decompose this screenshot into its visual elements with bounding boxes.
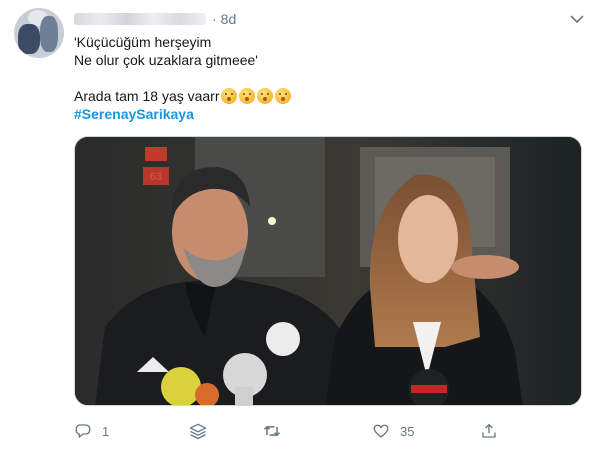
author-name-blurred[interactable] [74,13,206,25]
microphone-black-label [411,385,447,393]
emoji-group [220,88,291,104]
share-icon [482,423,496,438]
heart-icon [373,424,389,438]
avatar-figure-right [40,16,58,52]
reply-icon [75,424,91,438]
hushed-face-emoji-icon [220,88,237,104]
address-sign-plate [143,167,169,185]
reply-button[interactable]: 1 [74,420,109,442]
like-button[interactable]: 35 [372,420,414,442]
stack-layers-icon [189,423,207,440]
photo-illustration: 63 [75,137,581,405]
shushing-face-emoji-icon [256,88,273,104]
hushed-face-emoji-icon [238,88,255,104]
retweet-icon [263,426,281,436]
like-count: 35 [400,423,415,439]
hashtag-link[interactable]: #SerenaySarikaya [74,105,574,123]
microphone-white-handle [235,387,253,405]
tweet-actions: 1 35 [74,420,504,442]
jacket-logo-badge [266,322,300,356]
woman-face [398,195,458,283]
microphone-yellow [161,367,201,405]
avatar[interactable] [14,8,64,58]
tweet-text-line-2: Ne olur çok uzaklara gitmeee' [74,52,258,68]
tweet-card[interactable]: · 8d 'Küçücüğüm herşeyim Ne olur çok uza… [0,0,598,452]
layers-button[interactable] [188,420,208,442]
address-sign [145,147,167,161]
man-hand [451,255,519,279]
header-separator: · [212,11,217,27]
shushing-face-emoji-icon [274,88,291,104]
reply-count: 1 [102,423,110,439]
tweet-text-line-3-words: Arada tam 18 yaş vaarr [74,88,220,104]
avatar-figure-left [18,24,40,54]
retweet-button[interactable] [262,420,282,442]
microphone-orange [195,383,219,405]
tweet-media-photo[interactable]: 63 [74,136,582,406]
more-options-chevron-icon[interactable] [567,10,587,28]
tweet-text-line-1: 'Küçücüğüm herşeyim [74,34,212,50]
tweet-text-line-3: Arada tam 18 yaş vaarr [74,87,574,105]
tweet-timestamp[interactable]: 8d [221,11,237,27]
share-button[interactable] [480,420,498,442]
ceiling-light [268,217,276,225]
tweet-text: 'Küçücüğüm herşeyim Ne olur çok uzaklara… [74,33,574,123]
tweet-header: · 8d [74,11,236,27]
